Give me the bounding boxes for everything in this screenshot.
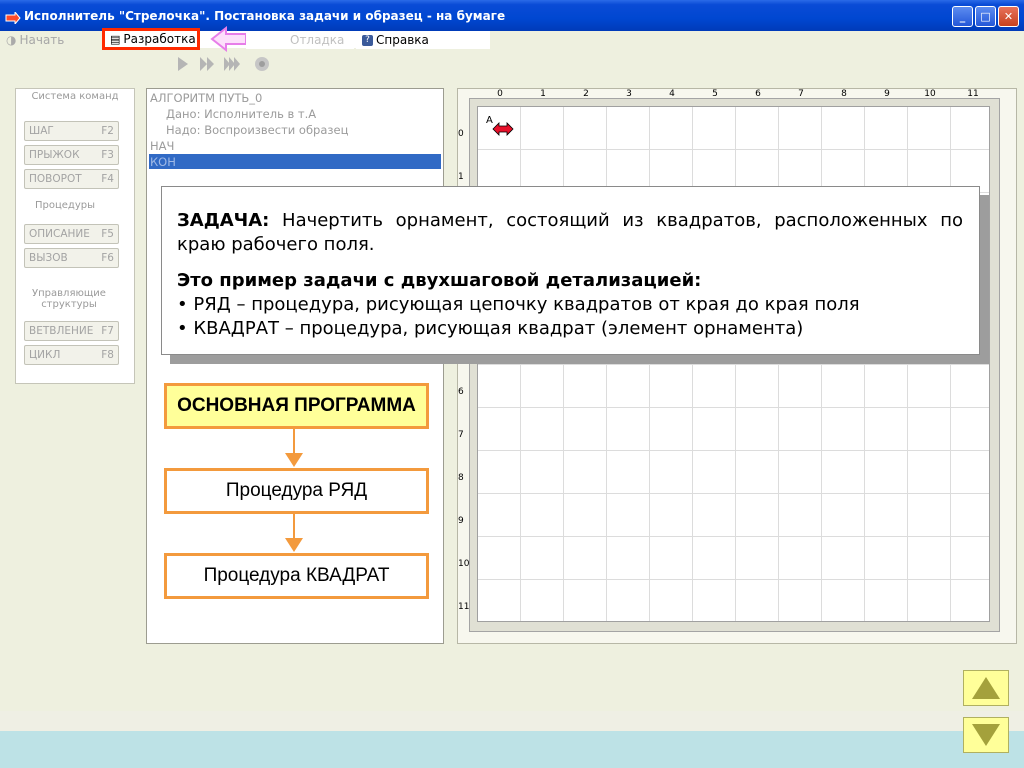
task-bullet-square: • КВАДРАТ – процедура, рисующая квадрат …: [177, 318, 804, 339]
menu-debug[interactable]: Отладка: [246, 32, 354, 49]
loop-button[interactable]: ЦИКЛ F8: [24, 345, 119, 365]
run-toolbar: [174, 56, 274, 72]
row-label: 0: [458, 129, 464, 139]
power-icon: ◑: [6, 33, 17, 47]
column-label: 2: [583, 89, 589, 99]
arrow-app-icon: [5, 9, 21, 28]
pointer-arrow-icon: [210, 25, 250, 56]
description-button[interactable]: ОПИСАНИЕ F5: [24, 224, 119, 244]
row-label: 6: [458, 387, 464, 397]
window-title: Исполнитель "Стрелочка". Постановка зада…: [24, 9, 506, 23]
task-bullet-row: • РЯД – процедура, рисующая цепочку квад…: [177, 294, 860, 315]
task-heading: ЗАДАЧА:: [177, 210, 270, 231]
arrow-down-icon: [972, 724, 1000, 746]
control-structures-label: Управляющие структуры: [32, 288, 106, 310]
column-label: 4: [669, 89, 675, 99]
play-icon[interactable]: [178, 57, 188, 71]
row-label: 7: [458, 430, 464, 440]
column-label: 10: [924, 89, 936, 99]
document-icon: ▤: [110, 32, 121, 46]
column-label: 0: [497, 89, 503, 99]
code-line-algorithm[interactable]: АЛГОРИТМ ПУТЬ_0: [150, 91, 262, 105]
column-label: 11: [967, 89, 979, 99]
stop-icon[interactable]: [255, 57, 269, 71]
minimize-button[interactable]: _: [952, 6, 973, 27]
column-label: 3: [626, 89, 632, 99]
arrow-up-icon: [972, 677, 1000, 699]
maximize-button[interactable]: □: [975, 6, 996, 27]
system-commands-label: Система команд: [31, 91, 119, 102]
column-label: 7: [798, 89, 804, 99]
fast-forward-icon[interactable]: [200, 57, 214, 71]
turn-button[interactable]: ПОВОРОТ F4: [24, 169, 119, 189]
row-label: 11: [458, 602, 470, 612]
procedures-label: Процедуры: [34, 200, 96, 211]
close-button[interactable]: ✕: [998, 6, 1019, 27]
column-label: 8: [841, 89, 847, 99]
arrow-executor-icon: [492, 121, 514, 140]
code-line-end[interactable]: КОН: [150, 155, 176, 169]
column-label: 6: [755, 89, 761, 99]
jump-button[interactable]: ПРЫЖОК F3: [24, 145, 119, 165]
main-program-box: ОСНОВНАЯ ПРОГРАММА: [164, 383, 429, 429]
code-line-begin[interactable]: НАЧ: [150, 139, 174, 153]
task-text: Начертить орнамент, состоящий из квадрат…: [177, 210, 963, 255]
branch-button[interactable]: ВЕТВЛЕНИЕ F7: [24, 321, 119, 341]
help-icon: ?: [362, 35, 373, 46]
menu-start[interactable]: ◑ Начать: [6, 32, 100, 49]
row-label: 1: [458, 172, 464, 182]
column-label: 5: [712, 89, 718, 99]
task-example: Это пример задачи с двухшаговой детализа…: [177, 270, 702, 291]
nav-down-button[interactable]: [963, 717, 1009, 753]
procedure-square-box: Процедура КВАДРАТ: [164, 553, 429, 599]
row-label: 9: [458, 516, 464, 526]
row-label: 10: [458, 559, 470, 569]
slide-footer: [0, 731, 1024, 768]
flow-arrow-1: [284, 429, 304, 473]
column-label: 9: [884, 89, 890, 99]
row-label: 8: [458, 473, 464, 483]
menu-dev[interactable]: ▤ Разработка: [102, 28, 200, 50]
code-line-given[interactable]: Дано: Исполнитель в т.А: [166, 107, 316, 121]
code-line-need[interactable]: Надо: Воспроизвести образец: [166, 123, 348, 137]
procedure-row-box: Процедура РЯД: [164, 468, 429, 514]
column-label: 1: [540, 89, 546, 99]
command-sidebar: Система команд ШАГ F2 ПРЫЖОК F3 ПОВОРОТ F4 …: [15, 88, 135, 384]
flow-arrow-2: [284, 514, 304, 558]
call-button[interactable]: ВЫЗОВ F6: [24, 248, 119, 268]
menu-help[interactable]: ? Справка: [356, 32, 490, 49]
step-button[interactable]: ШАГ F2: [24, 121, 119, 141]
title-bar: Исполнитель "Стрелочка". Постановка зада…: [0, 0, 1024, 31]
skip-forward-icon[interactable]: [224, 57, 240, 71]
task-description: ЗАДАЧА: Начертить орнамент, состоящий из…: [161, 186, 980, 355]
drawing-field[interactable]: [477, 106, 990, 622]
status-strip: [0, 711, 1024, 731]
nav-up-button[interactable]: [963, 670, 1009, 706]
